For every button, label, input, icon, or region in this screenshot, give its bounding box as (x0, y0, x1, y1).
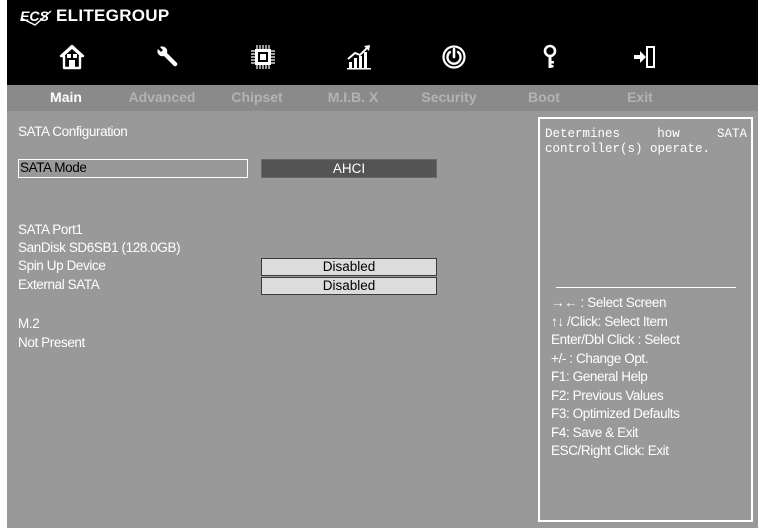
key-select-item: ↑↓ /Click: Select Item (551, 313, 668, 329)
tab-main[interactable]: Main (16, 89, 116, 105)
help-description: Determines how SATA controller(s) operat… (545, 127, 747, 156)
m2-status: Not Present (18, 335, 85, 350)
key-optimized-defaults: F3: Optimized Defaults (551, 406, 680, 421)
key-esc-exit: ESC/Right Click: Exit (551, 443, 669, 458)
help-panel: Determines how SATA controller(s) operat… (538, 117, 753, 522)
tab-exit[interactable]: Exit (590, 89, 690, 105)
spin-up-device-select[interactable]: Disabled (261, 258, 437, 276)
tab-advanced[interactable]: Advanced (112, 89, 212, 105)
chip-icon[interactable] (245, 42, 281, 72)
brand: ECS ELITEGROUP (19, 5, 170, 27)
external-sata-select[interactable]: Disabled (261, 277, 437, 295)
key-previous-values: F2: Previous Values (551, 387, 664, 403)
wrench-icon[interactable] (149, 42, 185, 72)
home-icon[interactable] (54, 42, 90, 72)
key-save-exit: F4: Save & Exit (551, 424, 639, 440)
tab-boot[interactable]: Boot (494, 89, 594, 105)
section-title: SATA Configuration (18, 124, 128, 139)
power-icon[interactable] (436, 42, 472, 72)
key-legend: →← : Select Screen ↑↓ /Click: Select Ite… (551, 295, 680, 462)
tab-bar: Main Advanced Chipset M.I.B. X Security … (7, 85, 758, 111)
tab-security[interactable]: Security (399, 89, 499, 105)
brand-name: ELITEGROUP (56, 6, 170, 25)
spin-up-device-label: Spin Up Device (18, 258, 106, 273)
sata-mode-label: SATA Mode (20, 160, 87, 175)
ecs-logo-icon: ECS (20, 8, 52, 26)
sata-port1-label: SATA Port1 (18, 222, 83, 237)
key-select: Enter/Dbl Click : Select (551, 332, 680, 347)
sata-mode-value: AHCI (332, 161, 366, 176)
key-general-help: F1: General Help (551, 369, 648, 384)
key-icon[interactable] (532, 42, 568, 72)
sata-port1-device: SanDisk SD6SB1 (128.0GB) (18, 240, 181, 255)
exit-icon[interactable] (627, 42, 663, 72)
external-sata-label: External SATA (18, 277, 100, 292)
spin-up-device-value: Disabled (322, 259, 376, 274)
m2-label: M.2 (18, 316, 40, 331)
tab-mib-x[interactable]: M.I.B. X (303, 89, 403, 105)
help-divider (556, 287, 736, 288)
top-bar: ECS ELITEGROUP (7, 0, 758, 85)
bios-window: ECS ELITEGROUP Main Advanced Chipset M.I… (7, 0, 758, 528)
key-select-screen: →← : Select Screen (551, 295, 667, 310)
tab-chipset[interactable]: Chipset (207, 89, 307, 105)
sata-mode-select[interactable]: AHCI (261, 159, 437, 178)
external-sata-value: Disabled (322, 278, 376, 293)
key-change-opt: +/- : Change Opt. (551, 350, 649, 366)
sata-mode-row[interactable]: SATA Mode (18, 159, 248, 178)
chart-icon[interactable] (341, 42, 377, 72)
